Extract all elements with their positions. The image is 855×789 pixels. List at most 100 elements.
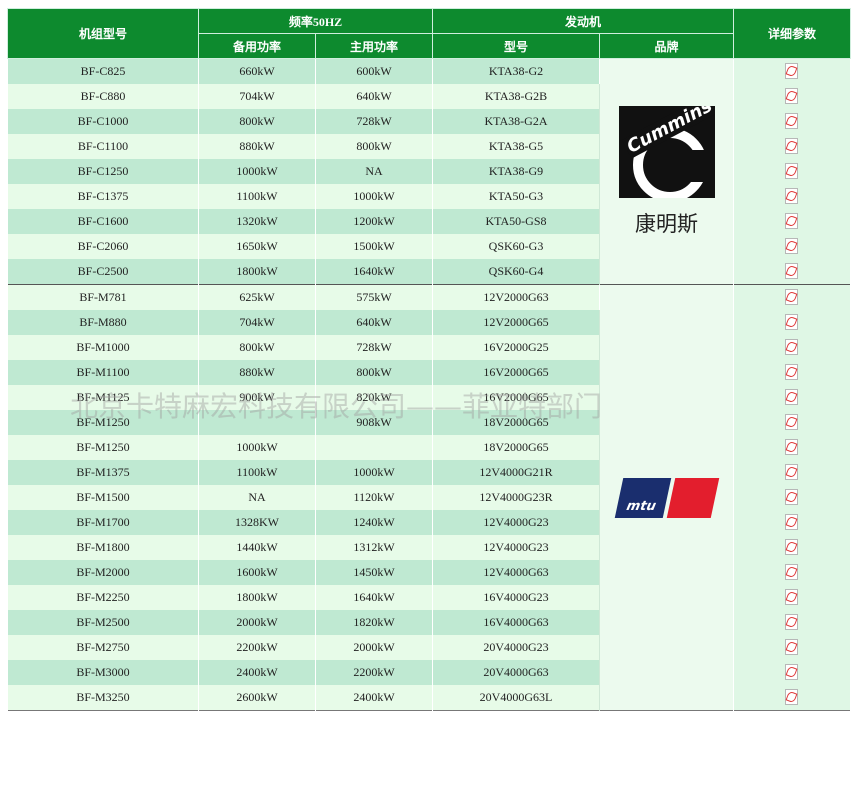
pdf-download-icon[interactable]: [785, 689, 799, 706]
pdf-download-icon[interactable]: [785, 238, 799, 255]
pdf-download-icon[interactable]: [785, 339, 799, 356]
cell-model: BF-M2750: [7, 635, 199, 660]
header-prime-power: 主用功率: [315, 33, 433, 59]
cell-engine-model: KTA38-G9: [432, 159, 600, 184]
cell-details: [733, 209, 852, 234]
cell-engine-model: 12V4000G23: [432, 535, 600, 560]
cell-engine-model: 20V4000G63: [432, 660, 600, 685]
cell-prime-power: 1500kW: [315, 234, 433, 259]
cummins-logo: Cummins: [618, 105, 715, 198]
cell-details: [733, 109, 852, 134]
pdf-download-icon[interactable]: [785, 314, 799, 331]
cell-prime-power: 640kW: [315, 84, 433, 109]
header-model: 机组型号: [7, 8, 199, 59]
cell-engine-model: 18V2000G65: [432, 410, 600, 435]
cell-details: [733, 184, 852, 209]
pdf-download-icon[interactable]: [785, 489, 799, 506]
cell-standby-power: [198, 410, 316, 435]
cell-prime-power: 1450kW: [315, 560, 433, 585]
cell-model: BF-M2250: [7, 585, 199, 610]
pdf-download-icon[interactable]: [785, 63, 799, 80]
cell-standby-power: 1328KW: [198, 510, 316, 535]
cell-engine-model: QSK60-G3: [432, 234, 600, 259]
cell-standby-power: 880kW: [198, 134, 316, 159]
cell-engine-model: 12V4000G63: [432, 560, 600, 585]
cell-details: [733, 635, 852, 660]
pdf-download-icon[interactable]: [785, 464, 799, 481]
pdf-download-icon[interactable]: [785, 414, 799, 431]
pdf-download-icon[interactable]: [785, 188, 799, 205]
cell-details: [733, 510, 852, 535]
cell-details: [733, 435, 852, 460]
cell-prime-power: 1200kW: [315, 209, 433, 234]
cell-prime-power: 640kW: [315, 310, 433, 335]
cell-engine-model: 16V2000G65: [432, 385, 600, 410]
cell-prime-power: 600kW: [315, 58, 433, 84]
pdf-download-icon[interactable]: [785, 163, 799, 180]
cell-model: BF-C1100: [7, 134, 199, 159]
cell-standby-power: 1650kW: [198, 234, 316, 259]
pdf-download-icon[interactable]: [785, 389, 799, 406]
cell-standby-power: 625kW: [198, 284, 316, 310]
cell-standby-power: 2000kW: [198, 610, 316, 635]
pdf-download-icon[interactable]: [785, 263, 799, 280]
header-standby-power: 备用功率: [198, 33, 316, 59]
cell-prime-power: 1312kW: [315, 535, 433, 560]
cell-prime-power: 1820kW: [315, 610, 433, 635]
pdf-download-icon[interactable]: [785, 364, 799, 381]
cell-engine-model: QSK60-G4: [432, 259, 600, 285]
cell-model: BF-M1700: [7, 510, 199, 535]
cell-prime-power: 2200kW: [315, 660, 433, 685]
pdf-download-icon[interactable]: [785, 514, 799, 531]
pdf-download-icon[interactable]: [785, 564, 799, 581]
cell-prime-power: 908kW: [315, 410, 433, 435]
cell-model: BF-M1800: [7, 535, 199, 560]
cell-model: BF-M2000: [7, 560, 199, 585]
cell-details: [733, 234, 852, 259]
cell-prime-power: 1120kW: [315, 485, 433, 510]
cell-details: [733, 310, 852, 335]
pdf-download-icon[interactable]: [785, 138, 799, 155]
cell-model: BF-M880: [7, 310, 199, 335]
cell-engine-model: 16V2000G25: [432, 335, 600, 360]
pdf-download-icon[interactable]: [785, 614, 799, 631]
pdf-download-icon[interactable]: [785, 639, 799, 656]
cell-details: [733, 460, 852, 485]
cell-prime-power: 800kW: [315, 134, 433, 159]
cell-engine-model: 20V4000G63L: [432, 685, 600, 711]
mtu-logo: mtu: [614, 477, 719, 518]
pdf-download-icon[interactable]: [785, 213, 799, 230]
pdf-download-icon[interactable]: [785, 664, 799, 681]
cell-model: BF-C2060: [7, 234, 199, 259]
cell-standby-power: 2600kW: [198, 685, 316, 711]
cell-details: [733, 84, 852, 109]
cell-prime-power: 575kW: [315, 284, 433, 310]
cell-standby-power: 1000kW: [198, 159, 316, 184]
cell-standby-power: 1100kW: [198, 460, 316, 485]
table-body: BF-C825 660kW 600kW KTA38-G2 Cummins 康明斯 BF-C8…: [7, 58, 852, 717]
cell-standby-power: 2400kW: [198, 660, 316, 685]
pdf-download-icon[interactable]: [785, 589, 799, 606]
cell-model: BF-M3000: [7, 660, 199, 685]
cell-standby-power: 880kW: [198, 360, 316, 385]
cell-details: [733, 335, 852, 360]
cell-engine-model: KTA38-G2: [432, 58, 600, 84]
mtu-logo-text: mtu: [624, 498, 657, 514]
cell-model: BF-M1250: [7, 410, 199, 435]
cell-prime-power: 1240kW: [315, 510, 433, 535]
pdf-download-icon[interactable]: [785, 88, 799, 105]
cell-model: BF-M1000: [7, 335, 199, 360]
brand-name-cn: 康明斯: [635, 211, 698, 236]
pdf-download-icon[interactable]: [785, 113, 799, 130]
cell-model: BF-M1500: [7, 485, 199, 510]
cell-standby-power: 800kW: [198, 335, 316, 360]
cell-model: BF-C2500: [7, 259, 199, 285]
cell-standby-power: 704kW: [198, 310, 316, 335]
cell-details: [733, 385, 852, 410]
pdf-download-icon[interactable]: [785, 439, 799, 456]
cell-model: BF-M1250: [7, 435, 199, 460]
pdf-download-icon[interactable]: [785, 289, 799, 306]
pdf-download-icon[interactable]: [785, 539, 799, 556]
header-frequency: 频率50HZ: [198, 8, 433, 34]
cell-standby-power: 1600kW: [198, 560, 316, 585]
